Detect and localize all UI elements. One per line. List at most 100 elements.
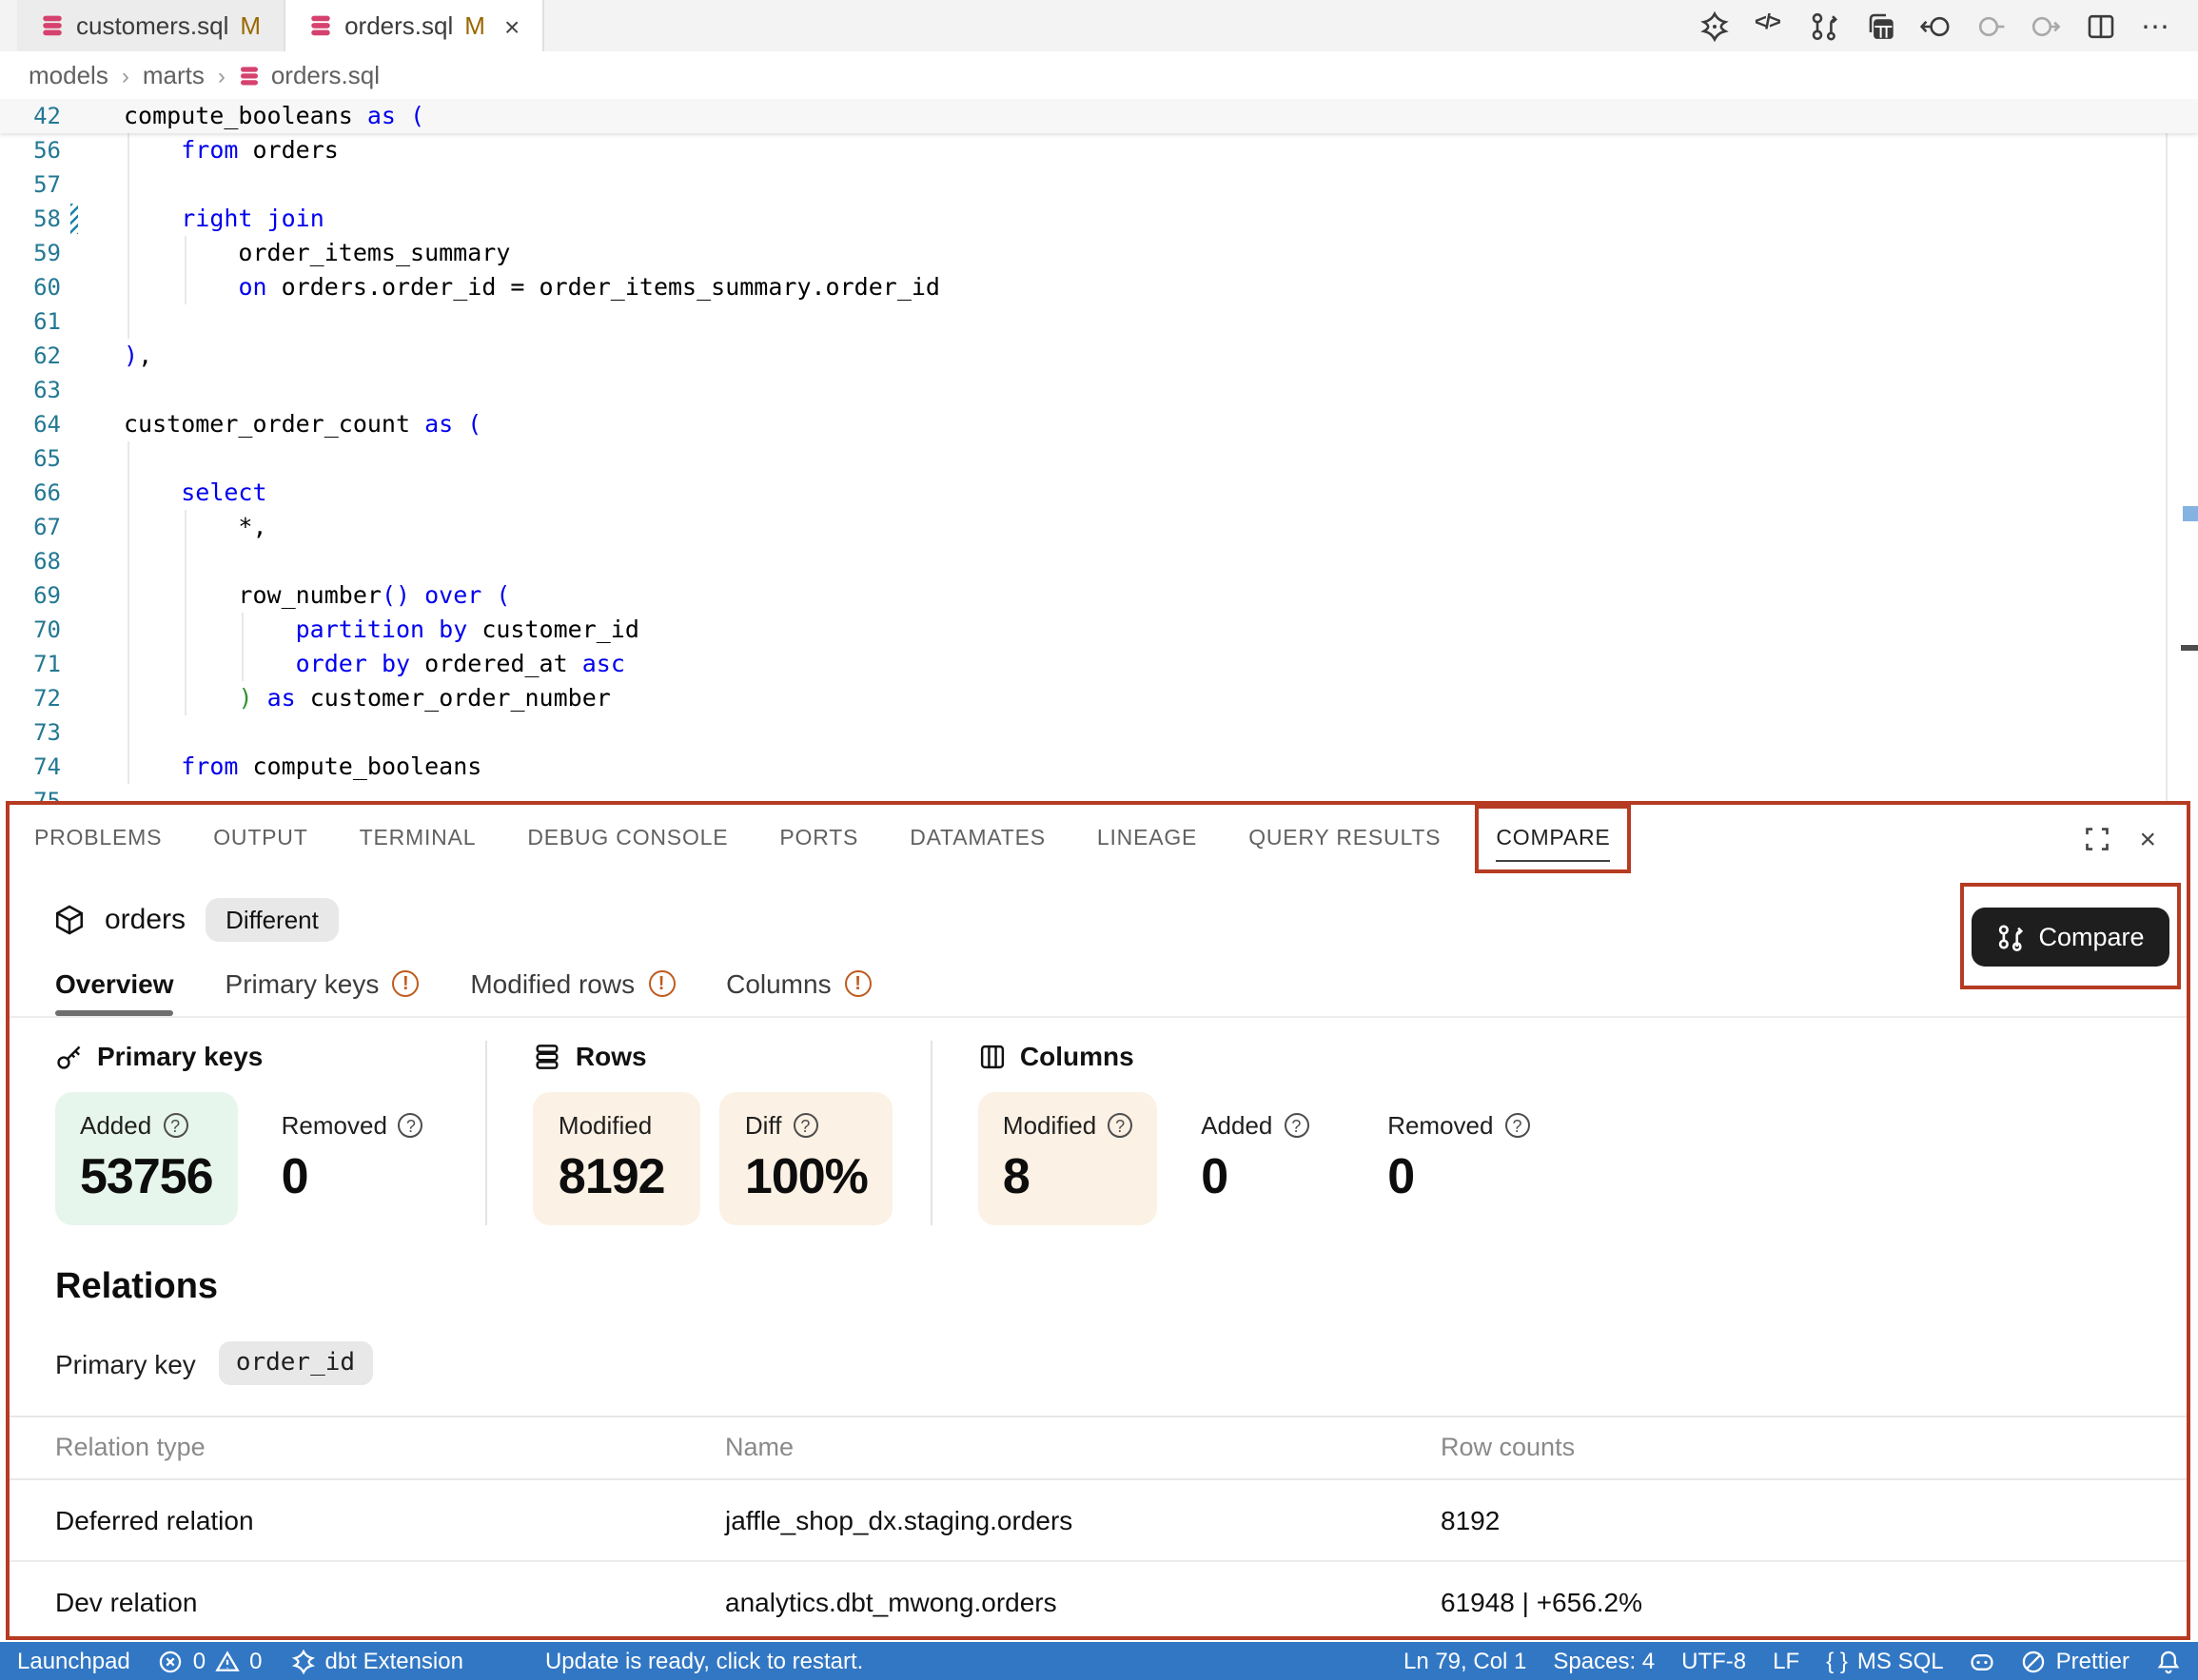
compare-button[interactable]: Compare (1972, 907, 2169, 966)
maximize-panel-icon[interactable] (2084, 826, 2110, 852)
panel-tab-label: TERMINAL (360, 828, 477, 850)
help-icon[interactable]: ? (793, 1113, 817, 1138)
bottom-panel: PROBLEMS OUTPUT TERMINAL DEBUG CONSOLE PORTS… (6, 801, 2190, 1640)
tab-orders-sql[interactable]: orders.sql M × (285, 0, 544, 51)
code-token: ) (124, 341, 138, 369)
language-mode[interactable]: { }MS SQL (1826, 1648, 1943, 1674)
annotation-rect-compare-button: Compare (1960, 883, 2181, 989)
code-line: 71 order by ordered_at asc (0, 647, 2198, 681)
relations-col-header: Relation type (10, 1416, 725, 1479)
chevron-right-icon: › (218, 62, 226, 88)
code-line: 68 (0, 544, 2198, 578)
indent-guide (128, 578, 129, 613)
close-panel-icon[interactable]: × (2139, 823, 2156, 855)
launchpad-item[interactable]: Launchpad (17, 1648, 130, 1674)
panel-tab-datamates[interactable]: DATAMATES (910, 805, 1046, 873)
columns-icon (978, 1042, 1007, 1070)
stats-row: Primary keysAdded?53756Removed?0RowsModi… (10, 1041, 2187, 1225)
view-tab-label: Columns (726, 968, 832, 999)
next-change-icon[interactable] (2031, 10, 2061, 41)
code-text: customer_order_count as ( (84, 407, 2198, 441)
code-line: 67 *, (0, 510, 2198, 544)
dbt-logo-icon[interactable] (1699, 10, 1730, 41)
panel-tab-query-results[interactable]: QUERY RESULTS (1248, 805, 1441, 873)
dbt-extension-item[interactable]: dbt Extension (291, 1648, 463, 1674)
panel-tab-ports[interactable]: PORTS (779, 805, 858, 873)
breadcrumb-marts[interactable]: marts (143, 61, 205, 89)
formatter-item[interactable]: Prettier (2022, 1648, 2129, 1674)
stat-label: Added (1201, 1111, 1272, 1140)
indentation[interactable]: Spaces: 4 (1553, 1648, 1655, 1674)
line-number: 62 (0, 339, 84, 373)
indent-guide (128, 647, 129, 681)
panel-tab-problems[interactable]: PROBLEMS (34, 805, 162, 873)
code-editor[interactable]: 42compute_booleans as (56 from orders575… (0, 99, 2198, 801)
previous-change-icon[interactable] (1975, 10, 2006, 41)
help-icon[interactable]: ? (399, 1113, 423, 1138)
code-text (84, 544, 2198, 578)
panel-tab-compare[interactable]: COMPARE (1475, 805, 1631, 873)
stat-card-added: Added?53756 (55, 1092, 238, 1225)
relations-col-header: Name (725, 1416, 1441, 1479)
compare-view-tabs: Overview Primary keys! Modified rows! Colum… (10, 953, 2187, 1018)
view-tab-columns[interactable]: Columns! (726, 968, 872, 1016)
panel-tab-label: DEBUG CONSOLE (527, 828, 728, 850)
help-icon[interactable]: ? (163, 1113, 187, 1138)
update-message[interactable]: Update is ready, click to restart. (545, 1648, 863, 1674)
code-text: ) as customer_order_number (84, 681, 2198, 715)
split-editor-icon[interactable] (2086, 10, 2116, 41)
eol-sequence[interactable]: LF (1773, 1648, 1799, 1674)
code-line: 73 (0, 715, 2198, 750)
panel-tab-output[interactable]: OUTPUT (213, 805, 307, 873)
query-preview-icon[interactable] (1865, 10, 1895, 41)
code-text: select (84, 476, 2198, 510)
stat-label: Diff (745, 1111, 782, 1140)
help-icon[interactable]: ? (1504, 1113, 1529, 1138)
help-icon[interactable]: ? (1108, 1113, 1132, 1138)
close-tab-icon[interactable]: × (504, 10, 520, 41)
tab-label: orders.sql (344, 11, 453, 40)
modified-indicator: M (240, 11, 261, 40)
code-token: row_number (124, 580, 382, 609)
stats-group-columns: ColumnsModified?8Added?0Removed?0 (932, 1041, 1593, 1225)
breadcrumb-models[interactable]: models (29, 61, 108, 89)
breadcrumb: models › marts › orders.sql (0, 51, 2198, 99)
indent-guide (128, 544, 129, 578)
indent-guide (185, 270, 186, 304)
panel-tab-lineage[interactable]: LINEAGE (1097, 805, 1197, 873)
view-tab-modified-rows[interactable]: Modified rows! (470, 968, 675, 1016)
scrollbar-track[interactable] (2166, 99, 2168, 801)
model-name: orders (105, 904, 186, 936)
line-number: 56 (0, 133, 84, 167)
panel-tab-debug-console[interactable]: DEBUG CONSOLE (527, 805, 728, 873)
chevron-right-icon: › (122, 62, 129, 88)
encoding[interactable]: UTF-8 (1681, 1648, 1746, 1674)
indent-guide (185, 613, 186, 647)
code-token: customer_id (467, 615, 639, 643)
code-text: order_items_summary (84, 236, 2198, 270)
code-icon[interactable]: </> (1755, 10, 1785, 41)
editor-actions: </> ⋯ (1699, 0, 2198, 51)
git-compare-icon[interactable] (1810, 10, 1840, 41)
tab-customers-sql[interactable]: customers.sql M (17, 0, 285, 51)
database-icon (239, 64, 262, 87)
help-icon[interactable]: ? (1284, 1113, 1308, 1138)
open-changes-icon[interactable] (1920, 10, 1951, 41)
line-number: 57 (0, 167, 84, 202)
view-tab-overview[interactable]: Overview (55, 968, 174, 1016)
notifications-bell-icon[interactable] (2156, 1649, 2181, 1673)
panel-tab-terminal[interactable]: TERMINAL (360, 805, 477, 873)
stat-value: 8 (1003, 1147, 1132, 1206)
panel-window-actions: × (2084, 805, 2187, 873)
copilot-icon[interactable] (1971, 1649, 1995, 1673)
problems-item[interactable]: 0 0 (159, 1648, 263, 1674)
code-token: order (296, 649, 367, 677)
breadcrumb-file[interactable]: orders.sql (239, 61, 380, 89)
more-actions-icon[interactable]: ⋯ (2141, 9, 2171, 43)
view-tab-primary-keys[interactable]: Primary keys! (226, 968, 420, 1016)
code-line: 64customer_order_count as ( (0, 407, 2198, 441)
cursor-position[interactable]: Ln 79, Col 1 (1403, 1648, 1526, 1674)
stat-value: 100% (745, 1147, 868, 1206)
primary-key-label: Primary key (55, 1348, 196, 1378)
view-tab-label: Overview (55, 968, 174, 999)
